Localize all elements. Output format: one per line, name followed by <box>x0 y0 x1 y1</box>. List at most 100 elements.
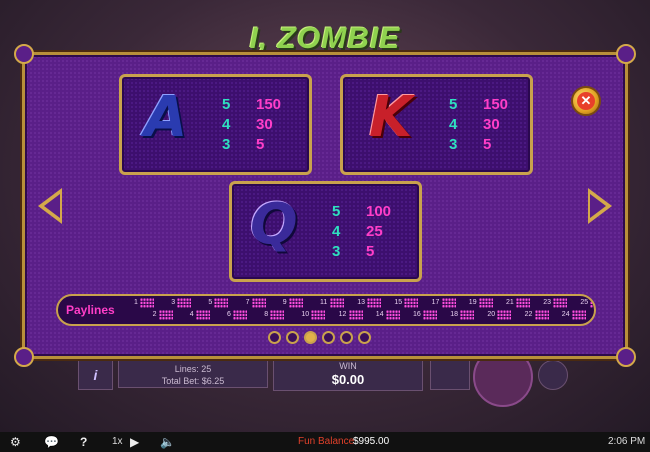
pay-amount: 30 <box>256 116 273 133</box>
payline-diagram <box>158 310 173 320</box>
page-dot[interactable] <box>340 331 353 344</box>
page-dot[interactable] <box>322 331 335 344</box>
paytable-card-k: K 5 150 4 30 3 5 <box>340 74 533 175</box>
page-dot[interactable] <box>286 331 299 344</box>
payline-number: 8 <box>264 311 269 318</box>
payline-number: 15 <box>394 299 403 306</box>
pay-count: 5 <box>222 96 231 113</box>
clock-time: 2:06 PM <box>608 436 646 447</box>
payline-diagram <box>553 298 568 308</box>
page-dot-active[interactable] <box>304 331 317 344</box>
payline-diagram <box>423 310 437 320</box>
payline-number: 6 <box>227 311 231 318</box>
payline-diagram <box>311 310 326 320</box>
page-dot[interactable] <box>358 331 371 344</box>
payline-diagram <box>534 310 549 320</box>
play-icon[interactable]: ▶ <box>130 435 139 449</box>
payline-diagram <box>140 298 154 308</box>
payline-number: 14 <box>375 311 384 318</box>
pay-count: 3 <box>222 136 231 153</box>
info-button[interactable]: i <box>78 360 113 390</box>
payline-number: 5 <box>208 299 213 306</box>
pay-count: 4 <box>449 116 458 133</box>
coins-button[interactable] <box>430 360 470 390</box>
symbol-a-icon: A <box>144 85 188 150</box>
autoplay-button[interactable] <box>538 360 568 390</box>
payline-diagram <box>367 298 382 308</box>
paytable-card-q: Q 5 100 4 25 3 5 <box>229 181 422 282</box>
payline-diagram <box>288 298 303 308</box>
sound-icon[interactable]: 🔈 <box>160 435 175 449</box>
help-icon[interactable]: ? <box>80 435 87 449</box>
balance-value: $995.00 <box>353 436 390 447</box>
payline-diagram <box>497 310 512 320</box>
lines-label: Lines: 25 <box>174 364 212 374</box>
pay-count: 3 <box>449 136 458 153</box>
chat-icon[interactable]: 💬 <box>44 435 59 449</box>
payline-number: 16 <box>413 311 421 318</box>
close-button[interactable]: ✕ <box>571 86 601 116</box>
payline-diagram <box>251 298 266 308</box>
paylines-bar: Paylines 1 2 3 4 5 6 7 8 9 10 11 12 13 14 15 16 17 18 19 20… <box>56 294 596 326</box>
panel-corner-ornament <box>14 347 34 367</box>
payline-diagram <box>404 298 419 308</box>
payline-number: 10 <box>301 311 310 318</box>
win-value: $0.00 <box>331 372 365 387</box>
prev-page-arrow-icon[interactable] <box>38 188 62 224</box>
page-indicator <box>268 331 371 345</box>
payline-number: 2 <box>152 311 157 318</box>
payline-number: 4 <box>189 311 194 318</box>
payline-number: 1 <box>134 299 138 306</box>
payline-number: 9 <box>282 299 287 306</box>
payline-number: 25 <box>580 299 589 306</box>
payline-diagram <box>478 298 493 308</box>
pay-amount: 150 <box>483 96 509 113</box>
bottom-controls: i Lines: 25 Total Bet: $6.25 WIN $0.00 <box>78 347 578 407</box>
panel-corner-ornament <box>14 44 34 64</box>
payline-number: 17 <box>431 299 440 306</box>
payline-diagram <box>460 310 475 320</box>
payline-number: 12 <box>338 311 347 318</box>
pay-count: 4 <box>332 223 341 240</box>
payline-diagram <box>385 310 400 320</box>
gear-icon[interactable]: ⚙ <box>10 435 21 449</box>
payline-number: 19 <box>468 299 477 306</box>
payline-number: 13 <box>357 299 365 306</box>
next-page-arrow-icon[interactable] <box>588 188 612 224</box>
balance-label: Fun Balance <box>298 436 355 447</box>
speed-label[interactable]: 1x <box>112 436 123 447</box>
total-bet-label: Total Bet: $6.25 <box>161 376 225 386</box>
win-label: WIN <box>339 361 357 371</box>
pay-amount: 5 <box>483 136 492 153</box>
paylines-label: Paylines <box>66 303 115 317</box>
payline-number: 11 <box>320 299 328 306</box>
panel-corner-ornament <box>616 347 636 367</box>
pay-count: 5 <box>332 203 341 220</box>
pay-amount: 100 <box>366 203 392 220</box>
payline-diagram <box>195 310 210 320</box>
payline-number: 18 <box>450 311 458 318</box>
payline-diagram <box>348 310 363 320</box>
pay-amount: 5 <box>256 136 265 153</box>
pay-count: 5 <box>449 96 458 113</box>
win-display: WIN $0.00 <box>273 355 423 391</box>
pay-amount: 25 <box>366 223 383 240</box>
payline-diagram <box>441 298 456 308</box>
pay-count: 3 <box>332 243 341 260</box>
close-icon: ✕ <box>577 92 595 110</box>
payline-number: 22 <box>524 311 533 318</box>
payline-diagram <box>330 298 344 308</box>
payline-number: 24 <box>561 311 570 318</box>
lines-bet-box[interactable]: Lines: 25 Total Bet: $6.25 <box>118 360 268 388</box>
payline-diagram <box>516 298 530 308</box>
payline-diagram <box>571 310 586 320</box>
page-dot[interactable] <box>268 331 281 344</box>
payline-number: 3 <box>171 299 176 306</box>
pay-amount: 5 <box>366 243 375 260</box>
payline-number: 21 <box>506 299 514 306</box>
payline-diagram <box>214 298 229 308</box>
panel-corner-ornament <box>616 44 636 64</box>
pay-amount: 150 <box>256 96 282 113</box>
payline-diagram <box>270 310 285 320</box>
payline-number: 23 <box>543 299 551 306</box>
